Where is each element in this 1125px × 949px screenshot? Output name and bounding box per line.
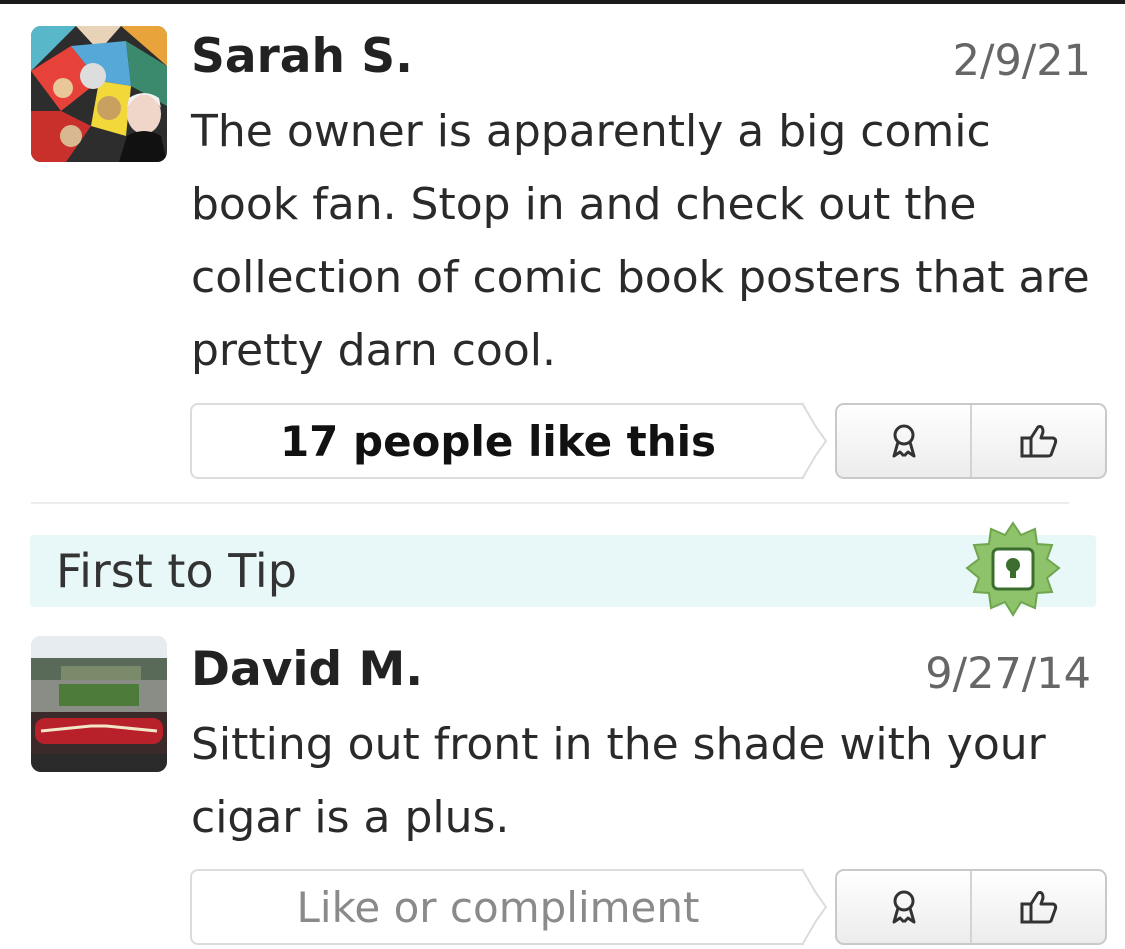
author-name[interactable]: Sarah S. <box>191 29 413 85</box>
top-border <box>0 0 1125 4</box>
avatar[interactable] <box>31 636 167 772</box>
first-tip-badge-icon <box>965 521 1061 617</box>
tip-text: Sitting out front in the shade with your… <box>191 719 1046 843</box>
tip-action-buttons <box>835 869 1107 945</box>
like-or-compliment-prompt[interactable]: Like or compliment <box>190 869 804 945</box>
tip-action-buttons <box>835 403 1107 479</box>
tip-divider <box>31 502 1069 504</box>
avatar-image <box>31 636 167 772</box>
thumbs-up-icon <box>1020 425 1057 458</box>
avatar-image <box>31 26 167 162</box>
like-button[interactable] <box>970 405 1105 477</box>
thumbs-up-icon <box>1020 891 1057 924</box>
tip-date: 2/9/21 <box>952 36 1091 86</box>
compliment-button[interactable] <box>837 405 970 477</box>
ribbon-icon <box>892 424 915 458</box>
ribbon-icon <box>892 890 915 924</box>
like-button[interactable] <box>970 871 1105 943</box>
avatar[interactable] <box>31 26 167 162</box>
compliment-button[interactable] <box>837 871 970 943</box>
banner-label: First to Tip <box>56 544 297 598</box>
tip-text: The owner is apparently a big comic book… <box>191 106 1090 376</box>
author-name[interactable]: David M. <box>191 642 423 698</box>
like-count[interactable]: 17 people like this <box>190 403 804 479</box>
first-to-tip-banner: First to Tip <box>30 521 1096 617</box>
tip-date: 9/27/14 <box>925 649 1091 699</box>
